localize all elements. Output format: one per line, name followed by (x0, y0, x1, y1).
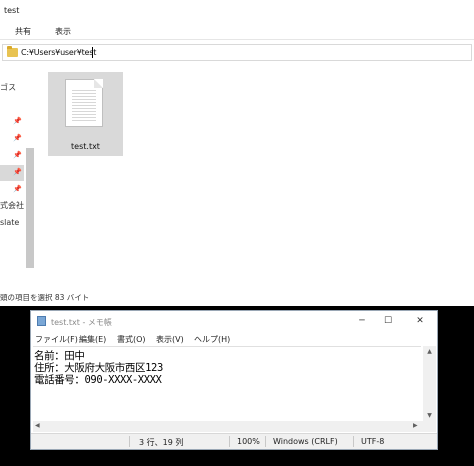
folder-icon (7, 46, 18, 57)
scroll-up-icon[interactable]: ▲ (423, 348, 436, 355)
tab-view[interactable]: 表示 (55, 26, 71, 37)
tab-share[interactable]: 共有 (15, 26, 31, 37)
notepad-titlebar[interactable]: test.txt - メモ帳 ─ ☐ ✕ (31, 311, 437, 331)
pin-icon: 📌 (13, 117, 22, 125)
window-title: test (4, 6, 20, 15)
menu-bar: ファイル(F) 編集(E) 書式(O) 表示(V) ヘルプ(H) (31, 333, 437, 345)
notepad-window: test.txt - メモ帳 ─ ☐ ✕ ファイル(F) 編集(E) 書式(O)… (30, 310, 438, 450)
maximize-button[interactable]: ☐ (379, 314, 397, 328)
explorer-status-bar: 頭の項目を選択 83 バイト (0, 293, 90, 302)
nav-item-pinned-1[interactable]: 📌 (0, 114, 24, 130)
file-explorer-window: test 共有 表示 C:¥Users¥user¥test ゴス 📌 📌 📌 📌… (0, 0, 474, 306)
pin-icon: 📌 (13, 185, 22, 193)
nav-scrollbar-thumb[interactable] (26, 148, 34, 268)
text-editor-area[interactable]: 名前：田中 住所：大阪府大阪市西区123 電話番号：090-XXXX-XXXX (33, 346, 421, 433)
menu-view[interactable]: 表示(V) (156, 334, 184, 345)
horizontal-scrollbar[interactable]: ◀ ▶ (33, 421, 423, 432)
line-ending: Windows (CRLF) (273, 437, 338, 446)
scroll-left-icon[interactable]: ◀ (35, 422, 40, 429)
pin-icon: 📌 (13, 168, 22, 176)
pin-icon: 📌 (13, 151, 22, 159)
menu-format[interactable]: 書式(O) (117, 334, 146, 345)
navigation-pane: ゴス 📌 📌 📌 📌 📌 式会社 slate (0, 66, 36, 288)
pin-icon: 📌 (13, 134, 22, 142)
text-document-icon (65, 79, 103, 127)
notepad-icon (37, 316, 46, 326)
nav-item-pinned-5[interactable]: 📌 (0, 182, 24, 198)
nav-item-quick-access[interactable]: ゴス (0, 82, 24, 98)
cursor-position: 3 行、19 列 (139, 438, 184, 447)
nav-item-company[interactable]: 式会社 (0, 200, 24, 216)
address-bar[interactable]: C:¥Users¥user¥test (2, 44, 472, 61)
notepad-title: test.txt - メモ帳 (51, 318, 112, 327)
nav-item-translate[interactable]: slate (0, 218, 24, 234)
file-name-label: test.txt (71, 142, 100, 151)
minimize-button[interactable]: ─ (353, 314, 371, 328)
file-item-test-txt[interactable]: test.txt (48, 72, 123, 156)
scroll-right-icon[interactable]: ▶ (413, 422, 418, 429)
close-button[interactable]: ✕ (411, 314, 429, 328)
nav-item-pinned-2[interactable]: 📌 (0, 131, 24, 147)
zoom-level: 100% (237, 437, 260, 446)
address-path: C:¥Users¥user¥test (21, 48, 97, 57)
ribbon: 共有 表示 (0, 22, 474, 40)
menu-help[interactable]: ヘルプ(H) (194, 334, 230, 345)
scroll-down-icon[interactable]: ▼ (423, 412, 436, 419)
text-caret (92, 47, 93, 58)
encoding: UTF-8 (361, 437, 385, 446)
text-line: 電話番号：090-XXXX-XXXX (34, 374, 162, 386)
nav-item-pinned-3[interactable]: 📌 (0, 148, 24, 164)
vertical-scrollbar[interactable]: ▲ ▼ (423, 346, 436, 432)
menu-file[interactable]: ファイル(F) (35, 334, 78, 345)
nav-item-pinned-selected[interactable]: 📌 (0, 165, 24, 181)
menu-edit[interactable]: 編集(E) (79, 334, 106, 345)
notepad-status-bar: 3 行、19 列 100% Windows (CRLF) UTF-8 (31, 433, 437, 449)
